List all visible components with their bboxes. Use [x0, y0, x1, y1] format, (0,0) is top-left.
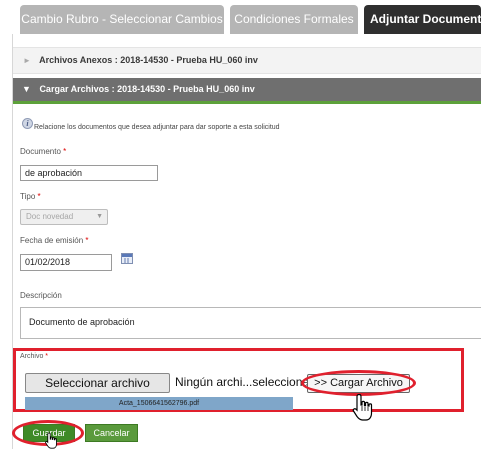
type-label: Tipo *	[20, 192, 41, 201]
hand-cursor-icon	[352, 393, 373, 421]
hand-cursor-icon	[45, 432, 57, 449]
upload-progress-bar: Acta_1506641562796.pdf	[25, 397, 293, 410]
tab-condiciones-formales[interactable]: Condiciones Formales	[230, 5, 358, 34]
type-label-text: Tipo	[20, 192, 36, 201]
accordion-upload-title: Cargar Archivos : 2018-14530 - Prueba HU…	[39, 84, 255, 94]
calendar-icon-grid	[124, 258, 130, 263]
required-mark: *	[45, 353, 49, 360]
description-label: Descripción	[20, 291, 62, 300]
file-label-text: Archivo	[20, 353, 44, 360]
cancel-button[interactable]: Cancelar	[85, 424, 138, 442]
document-label-text: Documento	[20, 147, 61, 156]
info-text: Relacione los documentos que desea adjun…	[34, 124, 280, 131]
select-file-button[interactable]: Seleccionar archivo	[25, 373, 170, 393]
document-label: Documento *	[20, 147, 66, 156]
accordion-attachments-title: Archivos Anexos : 2018-14530 - Prueba HU…	[39, 55, 258, 65]
chevron-right-icon: ►	[23, 56, 31, 65]
tab-cambio-rubro[interactable]: Cambio Rubro - Seleccionar Cambios	[20, 5, 224, 34]
required-mark: *	[37, 192, 41, 201]
accordion-attachments[interactable]: ► Archivos Anexos : 2018-14530 - Prueba …	[13, 47, 481, 74]
document-input[interactable]: de aprobación	[20, 165, 158, 181]
chevron-down-icon: ▼	[22, 84, 31, 94]
issue-date-label: Fecha de emisión *	[20, 236, 89, 245]
accordion-upload[interactable]: ▼ Cargar Archivos : 2018-14530 - Prueba …	[13, 78, 481, 104]
required-mark: *	[85, 236, 89, 245]
required-mark: *	[63, 147, 67, 156]
calendar-icon-header	[122, 254, 132, 257]
info-icon: i	[22, 118, 33, 129]
type-select[interactable]: Doc novedad ▼	[20, 209, 108, 225]
calendar-icon[interactable]	[121, 253, 133, 264]
chevron-down-icon: ▼	[96, 213, 103, 220]
tab-bar: Cambio Rubro - Seleccionar Cambios Condi…	[0, 0, 481, 34]
type-select-value: Doc novedad	[26, 212, 74, 221]
description-textarea[interactable]: Documento de aprobación	[20, 307, 481, 339]
file-label: Archivo *	[20, 353, 48, 360]
issue-date-input[interactable]: 01/02/2018	[20, 254, 112, 271]
uploaded-file-name[interactable]: Acta_1506641562796.pdf	[25, 397, 293, 410]
tab-adjuntar-documento[interactable]: Adjuntar Documento	[364, 5, 481, 34]
issue-date-label-text: Fecha de emisión	[20, 236, 84, 245]
